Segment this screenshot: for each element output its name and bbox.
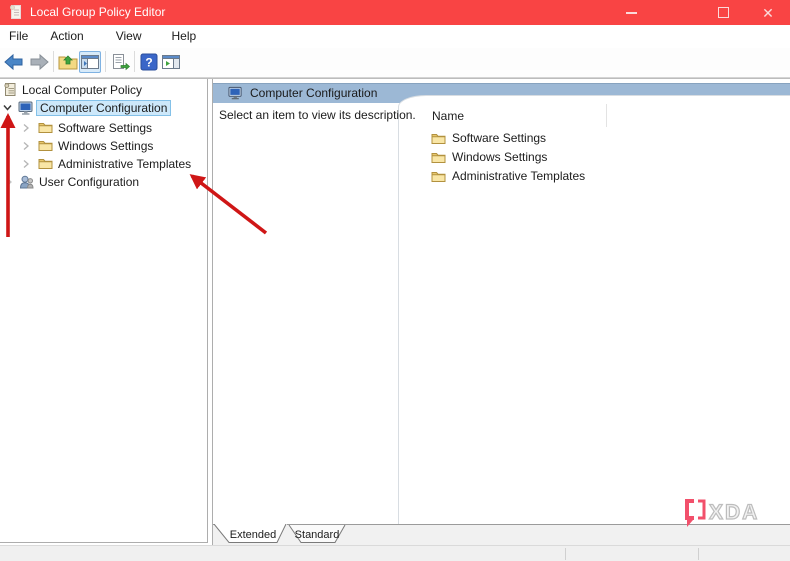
folder-icon [431, 152, 446, 163]
tab-extended-label[interactable]: Extended [230, 529, 276, 541]
result-pane: Computer Configuration Select an item to… [212, 79, 790, 545]
list-item-windows-settings[interactable]: Windows Settings [431, 149, 547, 165]
watermark-bubble-tail [687, 519, 693, 527]
list-item-administrative-templates[interactable]: Administrative Templates [431, 168, 585, 184]
action-pane-icon [162, 55, 180, 69]
list-item-label: Software Settings [452, 131, 547, 145]
minimize-icon [625, 11, 637, 14]
tree-item-computer-configuration[interactable]: Computer Configuration [2, 99, 172, 116]
status-bar [0, 545, 790, 561]
minimize-button[interactable] [612, 0, 650, 25]
name-column-header[interactable]: Name [432, 109, 464, 123]
help-icon: ? [140, 53, 158, 71]
list-item-label: Windows Settings [452, 150, 548, 164]
up-one-level-button[interactable] [57, 51, 79, 73]
forward-arrow-icon [30, 53, 49, 71]
status-bar-divider [698, 548, 699, 560]
help-glyph: ? [145, 56, 152, 70]
folder-icon [38, 141, 53, 151]
watermark-bracket-left [685, 499, 694, 520]
gpedit-scroll-icon [10, 5, 21, 19]
tree-item-windows-settings[interactable]: Windows Settings [22, 137, 153, 154]
menu-view[interactable]: View [107, 25, 151, 48]
chevron-down-icon[interactable] [2, 102, 13, 113]
watermark-text: XDA [709, 501, 759, 524]
chevron-right-icon[interactable] [22, 141, 30, 151]
result-pane-title: Computer Configuration [250, 86, 378, 100]
chevron-right-icon[interactable] [22, 159, 30, 169]
toolbar: ? [0, 48, 790, 78]
folder-icon [431, 133, 446, 144]
back-button[interactable] [3, 51, 25, 73]
toolbar-separator [53, 51, 54, 72]
policy-scroll-icon [4, 83, 16, 96]
tree-item-user-configuration[interactable]: User Configuration [5, 173, 139, 190]
menu-bar: File Action View Help [0, 25, 790, 48]
show-console-tree-button[interactable] [79, 51, 101, 73]
menu-help[interactable]: Help [163, 25, 206, 48]
back-arrow-icon [4, 53, 23, 71]
column-divider[interactable] [606, 104, 607, 127]
window-title: Local Group Policy Editor [30, 5, 166, 19]
computer-icon [18, 101, 33, 115]
chevron-right-icon[interactable] [5, 177, 13, 187]
help-button[interactable]: ? [138, 51, 160, 73]
close-button[interactable]: ✕ [749, 0, 787, 25]
export-list-icon [113, 54, 130, 71]
tree-item-label: Windows Settings [58, 138, 154, 153]
computer-icon [228, 86, 242, 100]
chevron-right-icon[interactable] [22, 123, 30, 133]
tree-item-label: Software Settings [58, 120, 153, 135]
description-text: Select an item to view its description. [219, 108, 416, 122]
menu-file[interactable]: File [0, 25, 37, 48]
status-bar-divider [565, 548, 566, 560]
toolbar-separator [105, 51, 106, 72]
folder-icon [431, 171, 446, 182]
tree-item-label-selected: Computer Configuration [36, 99, 172, 116]
maximize-button[interactable] [704, 0, 742, 25]
up-folder-icon [58, 55, 78, 70]
tree-item-software-settings[interactable]: Software Settings [22, 119, 152, 136]
list-item-software-settings[interactable]: Software Settings [431, 130, 546, 146]
folder-icon [38, 123, 53, 133]
title-bar: Local Group Policy Editor ✕ [0, 0, 790, 26]
show-action-pane-button[interactable] [160, 51, 182, 73]
export-list-button[interactable] [109, 51, 131, 73]
xda-watermark: XDA [685, 499, 759, 527]
tree-item-local-computer-policy[interactable]: Local Computer Policy [3, 81, 142, 98]
folder-icon [38, 159, 53, 169]
local-group-policy-editor-window: Local Group Policy Editor ✕ File Action … [0, 0, 790, 561]
tree-item-label: User Configuration [39, 174, 140, 189]
menu-action[interactable]: Action [41, 25, 92, 48]
forward-button[interactable] [28, 51, 50, 73]
tab-standard-label[interactable]: Standard [295, 529, 340, 541]
close-icon: ✕ [762, 4, 774, 21]
tree-item-label: Local Computer Policy [22, 82, 143, 97]
console-tree-pane: Local Computer Policy Computer Configura… [0, 79, 208, 543]
list-item-label: Administrative Templates [452, 169, 586, 183]
user-icon [19, 175, 34, 188]
tree-item-label: Administrative Templates [58, 156, 192, 171]
toolbar-separator [134, 51, 135, 72]
console-tree-icon [81, 55, 99, 69]
tree-item-administrative-templates[interactable]: Administrative Templates [22, 155, 191, 172]
watermark-bracket-right [698, 499, 706, 520]
maximize-icon [717, 7, 729, 18]
